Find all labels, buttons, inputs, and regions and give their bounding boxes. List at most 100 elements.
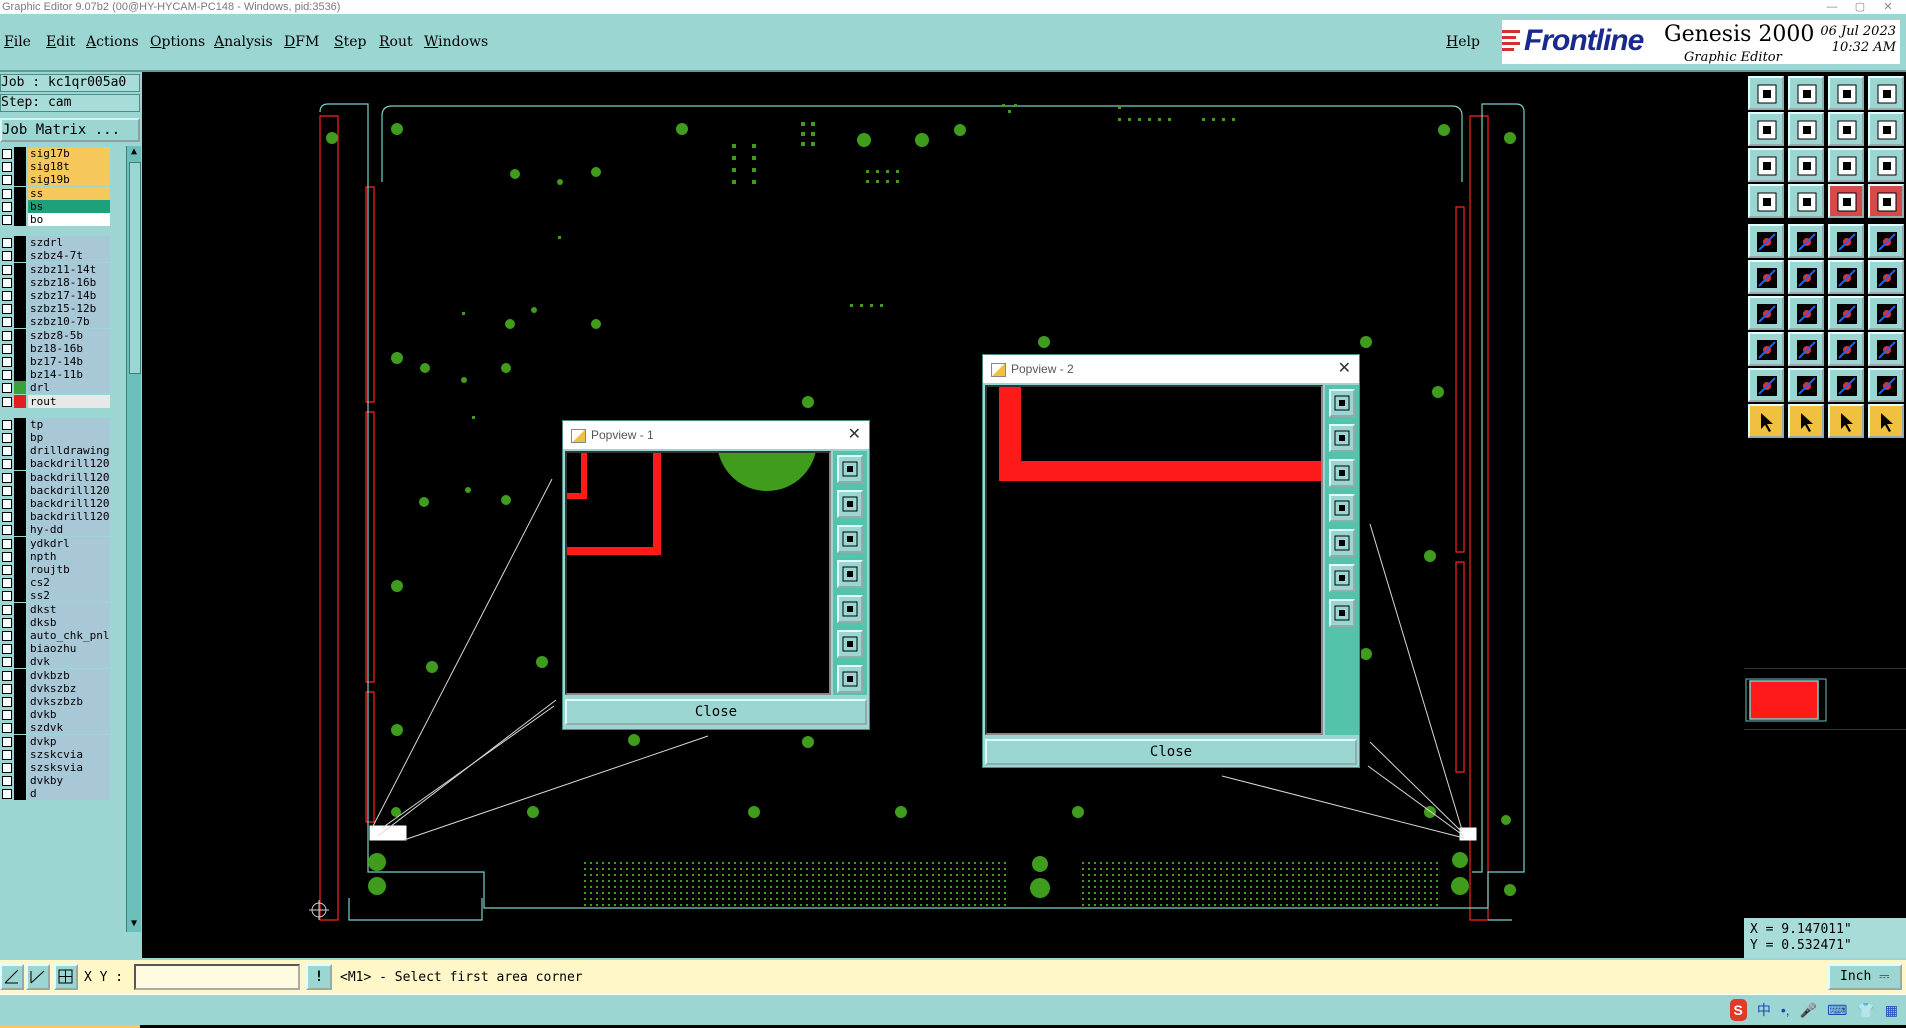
layer-checkbox[interactable] <box>2 617 12 628</box>
layer-row[interactable]: d <box>0 786 126 801</box>
layer-checkbox[interactable] <box>2 710 12 721</box>
popview-2-zoom-fit-icon[interactable] <box>1329 389 1355 417</box>
zoom-fit-icon[interactable] <box>1748 148 1784 182</box>
arc-triangle-icon[interactable] <box>1828 368 1864 402</box>
tray-item[interactable]: 🎤 <box>1800 999 1817 1021</box>
layer-checkbox[interactable] <box>2 472 12 483</box>
popview-2-close-icon[interactable]: ✕ <box>1338 355 1351 383</box>
net-analysis-icon[interactable] <box>1828 184 1864 218</box>
circle-add-icon[interactable] <box>1868 224 1904 258</box>
layer-checkbox[interactable] <box>2 264 12 275</box>
layer-checkbox[interactable] <box>2 357 12 367</box>
tray-item[interactable]: •, <box>1781 999 1790 1021</box>
layer-checkbox[interactable] <box>2 631 12 641</box>
layer-checkbox[interactable] <box>2 459 12 470</box>
overview-minimap[interactable] <box>1744 668 1906 730</box>
help-icon[interactable] <box>1868 148 1904 182</box>
text-icon[interactable] <box>1868 296 1904 330</box>
layer-checkbox[interactable] <box>2 670 12 681</box>
select-area-icon[interactable] <box>1828 404 1864 438</box>
draw-slash-icon[interactable] <box>1788 296 1824 330</box>
pad-add-icon[interactable] <box>1748 224 1784 258</box>
polyline-icon[interactable] <box>1868 260 1904 294</box>
units-selector[interactable]: Inch ⎓ <box>1828 964 1902 990</box>
popview-2-pan-down-icon[interactable] <box>1329 459 1355 487</box>
menu-actions[interactable]: Actions <box>86 34 139 50</box>
layer-checkbox[interactable] <box>2 304 12 315</box>
connect-icon[interactable] <box>1828 260 1864 294</box>
layer-checkbox[interactable] <box>2 215 12 225</box>
layer-checkbox[interactable] <box>2 396 12 407</box>
angle-icon[interactable] <box>1868 368 1904 402</box>
layer-checkbox[interactable] <box>2 149 12 159</box>
draw-line-icon[interactable] <box>1748 296 1784 330</box>
layer-checkbox[interactable] <box>2 162 12 173</box>
layer-checkbox[interactable] <box>2 736 12 747</box>
save-icon[interactable] <box>1788 76 1824 110</box>
menu-edit[interactable]: Edit <box>46 34 75 50</box>
layer-checkbox[interactable] <box>2 525 12 536</box>
route-icon[interactable] <box>1868 404 1904 438</box>
layer-checkbox[interactable] <box>2 604 12 615</box>
layer-checkbox[interactable] <box>2 697 12 707</box>
popview-1-zoom-fit-icon[interactable] <box>837 455 863 483</box>
popview-1-close-icon[interactable]: ✕ <box>848 421 861 449</box>
menu-options[interactable]: Options <box>150 34 205 50</box>
layer-checkbox[interactable] <box>2 657 12 668</box>
layer-checkbox[interactable] <box>2 343 12 354</box>
layer-checkbox[interactable] <box>2 251 12 262</box>
popview-1-pan-right-icon[interactable] <box>837 595 863 623</box>
triangle-icon[interactable] <box>1748 368 1784 402</box>
layer-checkbox[interactable] <box>2 175 12 186</box>
pan-right-icon[interactable] <box>1788 112 1824 146</box>
menu-dfm[interactable]: DFM <box>284 34 319 50</box>
popview-2-canvas[interactable] <box>985 385 1323 735</box>
zoom-area-icon[interactable] <box>1788 148 1824 182</box>
xy-input[interactable] <box>134 964 300 990</box>
measure-mode-button[interactable] <box>26 964 50 990</box>
layer-checkbox[interactable] <box>2 317 12 328</box>
layer-checkbox[interactable] <box>2 499 12 509</box>
layers-icon[interactable] <box>1868 76 1904 110</box>
dfm-icon[interactable] <box>1868 184 1904 218</box>
layer-checkbox[interactable] <box>2 188 12 199</box>
menu-step[interactable]: Step <box>334 34 366 50</box>
layer-list-scrollbar[interactable]: ▲ ▼ <box>126 146 141 932</box>
layer-checkbox[interactable] <box>2 238 12 249</box>
popview-2-zoom-in-icon[interactable] <box>1329 564 1355 592</box>
tray-item[interactable]: 👕 <box>1857 999 1874 1021</box>
graphic-canvas[interactable] <box>142 72 1744 958</box>
menu-analysis[interactable]: Analysis <box>214 34 273 50</box>
arc-icon[interactable] <box>1828 296 1864 330</box>
home-icon[interactable] <box>1828 76 1864 110</box>
layer-checkbox[interactable] <box>2 538 12 549</box>
pan-left-icon[interactable] <box>1748 112 1784 146</box>
layer-checkbox[interactable] <box>2 485 12 496</box>
dash-icon[interactable] <box>1788 332 1824 366</box>
layer-checkbox[interactable] <box>2 683 12 694</box>
resize-icon[interactable] <box>1828 332 1864 366</box>
scroll-thumb[interactable] <box>129 162 141 374</box>
open-icon[interactable] <box>1748 76 1784 110</box>
popview-1-pan-left-icon[interactable] <box>837 560 863 588</box>
popview-1-pan-up-icon[interactable] <box>837 490 863 518</box>
snap-mode-button[interactable] <box>0 964 24 990</box>
layer-checkbox[interactable] <box>2 591 12 602</box>
move-node-icon[interactable] <box>1748 260 1784 294</box>
popview-2-pan-right-icon[interactable] <box>1329 529 1355 557</box>
scale-icon[interactable] <box>1828 148 1864 182</box>
message-alert-icon[interactable]: ! <box>306 964 332 990</box>
maximize-button[interactable]: ▢ <box>1846 0 1874 14</box>
popview-1-zoom-in-icon[interactable] <box>837 630 863 658</box>
layer-checkbox[interactable] <box>2 446 12 457</box>
layer-checkbox[interactable] <box>2 201 12 212</box>
layer-checkbox[interactable] <box>2 789 12 800</box>
menu-windows[interactable]: Windows <box>424 34 488 50</box>
layer-row[interactable]: rout <box>0 394 126 409</box>
layer-checkbox[interactable] <box>2 565 12 575</box>
layer-checkbox[interactable] <box>2 723 12 734</box>
layer-checkbox[interactable] <box>2 419 12 430</box>
minimize-button[interactable]: — <box>1818 0 1846 14</box>
layer-checkbox[interactable] <box>2 763 12 773</box>
layer-checkbox[interactable] <box>2 644 12 655</box>
